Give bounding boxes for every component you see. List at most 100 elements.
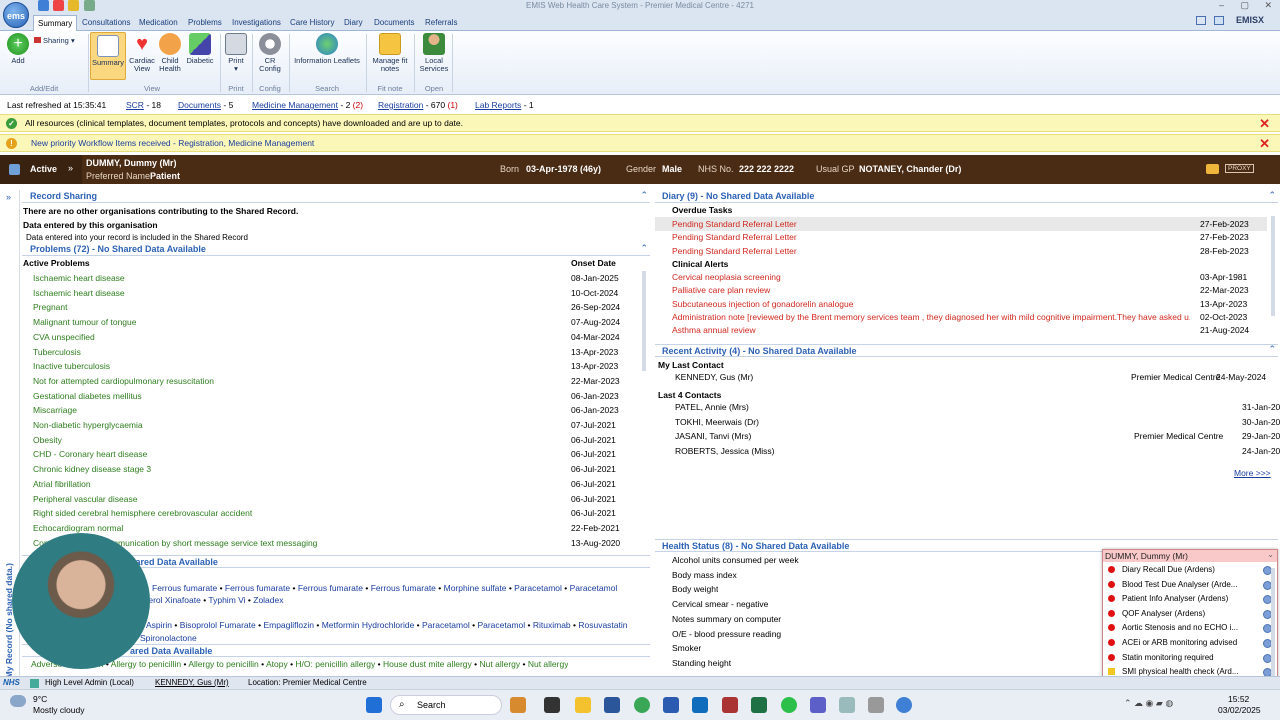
restore-icon[interactable] — [1196, 16, 1206, 25]
problem-name[interactable]: Inactive tuberculosis — [33, 359, 553, 373]
popup-close-icon[interactable]: ⌄ — [1267, 550, 1274, 559]
outlook-icon[interactable] — [692, 697, 708, 713]
popup-alert-item[interactable]: Blood Test Due Analyser (Arde... — [1108, 578, 1274, 592]
scrollbar[interactable] — [642, 271, 646, 371]
alert-name[interactable]: Cervical neoplasia screening — [672, 270, 1190, 284]
panel-title[interactable]: Record Sharing — [22, 190, 650, 203]
allergy-item[interactable]: Nut allergy — [480, 659, 521, 669]
collapse-icon[interactable]: ⌃ — [640, 190, 648, 201]
medication-item[interactable]: Ferrous fumarate — [152, 583, 217, 593]
tab-consultations[interactable]: Consultations — [78, 15, 134, 31]
child-health-button[interactable]: Child Health — [156, 33, 184, 73]
contact-name[interactable]: PATEL, Annie (Mrs) — [675, 400, 749, 414]
close-banner-icon[interactable]: ✕ — [1259, 135, 1270, 152]
medication-item[interactable]: Rituximab — [533, 620, 571, 630]
health-item[interactable]: Notes summary on computer — [672, 612, 781, 626]
medication-item[interactable]: Ferrous fumarate — [371, 583, 436, 593]
problem-name[interactable]: Chronic kidney disease stage 3 — [33, 462, 553, 476]
help-icon[interactable] — [1214, 16, 1224, 25]
panel-title[interactable]: Recent Activity (4) - No Shared Data Ava… — [655, 344, 1278, 357]
health-item[interactable]: Body weight — [672, 582, 718, 596]
popup-alert-item[interactable]: Aortic Stenosis and no ECHO i... — [1108, 621, 1274, 635]
proxy-badge[interactable]: PROXY — [1225, 164, 1254, 173]
collapse-icon[interactable]: ⌃ — [1268, 190, 1276, 201]
problem-name[interactable]: CHD - Coronary heart disease — [33, 447, 553, 461]
medication-item[interactable]: Bisoprolol Fumarate — [180, 620, 256, 630]
close-window-button[interactable]: ✕ — [1264, 0, 1272, 10]
problem-name[interactable]: CVA unspecified — [33, 330, 553, 344]
column-header-onset[interactable]: Onset Date — [571, 256, 616, 270]
add-button[interactable]: + Add — [6, 33, 30, 65]
more-link[interactable]: More >>> — [1234, 466, 1271, 480]
information-leaflets-button[interactable]: Information Leaflets — [292, 33, 362, 65]
allergy-item[interactable]: Allergy to penicillin — [111, 659, 181, 669]
app-icon[interactable] — [868, 697, 884, 713]
workflow-message[interactable]: New priority Workflow Items received - R… — [31, 135, 314, 152]
back-icon[interactable] — [38, 0, 49, 11]
problem-name[interactable]: Malignant tumour of tongue — [33, 315, 553, 329]
problem-name[interactable]: Miscarriage — [33, 403, 553, 417]
chevron-down-icon[interactable]: » — [68, 163, 73, 173]
popup-alert-item[interactable]: Patient Info Analyser (Ardens) — [1108, 592, 1274, 606]
teams-icon[interactable] — [810, 697, 826, 713]
problem-name[interactable]: Tuberculosis — [33, 345, 553, 359]
folder-icon[interactable] — [575, 697, 591, 713]
panel-title[interactable]: Diary (9) - No Shared Data Available — [655, 190, 1278, 203]
weather-icon[interactable] — [10, 695, 26, 707]
edit-icon[interactable] — [68, 0, 79, 11]
cr-config-button[interactable]: CR Config — [256, 33, 284, 73]
health-item[interactable]: Cervical smear - negative — [672, 597, 768, 611]
maximize-button[interactable]: ▢ — [1240, 0, 1249, 10]
app-icon[interactable] — [839, 697, 855, 713]
taskbar-search[interactable]: ⌕ Search — [390, 695, 502, 715]
tab-documents[interactable]: Documents — [370, 15, 418, 31]
popup-alert-item[interactable]: Diary Recall Due (Ardens) — [1108, 563, 1274, 577]
popup-alert-item[interactable]: Statin monitoring required — [1108, 651, 1274, 665]
lab-reports-link[interactable]: Lab Reports — [475, 100, 521, 110]
documents-link[interactable]: Documents — [178, 100, 221, 110]
medication-item[interactable]: Paracetamol — [422, 620, 470, 630]
tab-referrals[interactable]: Referrals — [421, 15, 461, 31]
contact-name[interactable]: TOKHI, Meerwais (Dr) — [675, 415, 759, 429]
medicine-management-link[interactable]: Medicine Management — [252, 100, 338, 110]
health-item[interactable]: Standing height — [672, 656, 731, 670]
tab-summary[interactable]: Summary — [33, 15, 78, 31]
problem-name[interactable]: Gestational diabetes mellitus — [33, 389, 553, 403]
medication-item[interactable]: Metformin Hydrochloride — [322, 620, 415, 630]
allergy-item[interactable]: H/O: penicillin allergy — [295, 659, 375, 669]
user-icon[interactable] — [84, 0, 95, 11]
medication-item[interactable]: Aspirin — [146, 620, 172, 630]
panel-title[interactable]: Problems (72) - No Shared Data Available — [22, 243, 650, 256]
diabetic-view-button[interactable]: Diabetic — [185, 33, 215, 65]
tab-diary[interactable]: Diary — [340, 15, 367, 31]
start-icon[interactable] — [366, 697, 382, 713]
scr-link[interactable]: SCR — [126, 100, 144, 110]
tab-investigations[interactable]: Investigations — [228, 15, 285, 31]
medication-item[interactable]: Empagliflozin — [263, 620, 314, 630]
tab-problems[interactable]: Problems — [184, 15, 226, 31]
medication-item[interactable]: Paracetamol — [570, 583, 618, 593]
problem-name[interactable]: Peripheral vascular disease — [33, 492, 553, 506]
problem-name[interactable]: Pregnant — [33, 300, 553, 314]
alert-name[interactable]: Administration note [reviewed by the Bre… — [672, 310, 1190, 324]
health-item[interactable]: Smoker — [672, 641, 701, 655]
clock-date[interactable]: 03/02/2025 — [1218, 705, 1261, 715]
whatsapp-icon[interactable] — [781, 697, 797, 713]
collapse-icon[interactable]: ⌃ — [640, 243, 648, 254]
health-item[interactable]: O/E - blood pressure reading — [672, 627, 781, 641]
alert-name[interactable]: Asthma annual review — [672, 323, 1190, 337]
allergy-item[interactable]: Nut allergy — [528, 659, 569, 669]
refresh-icon[interactable] — [53, 0, 64, 11]
alert-name[interactable]: Subcutaneous injection of gonadorelin an… — [672, 297, 1190, 311]
allergy-item[interactable]: House dust mite allergy — [383, 659, 472, 669]
problem-name[interactable]: Right sided cerebral hemisphere cerebrov… — [33, 506, 553, 520]
cardiac-view-button[interactable]: ♥ Cardiac View — [128, 33, 156, 73]
allergy-item[interactable]: Allergy to penicillin — [188, 659, 258, 669]
problem-name[interactable]: Echocardiogram normal — [33, 521, 553, 535]
task-name[interactable]: Pending Standard Referral Letter — [672, 244, 797, 258]
sharing-button[interactable]: Sharing ▾ — [34, 37, 82, 45]
clock-time[interactable]: 15:52 — [1228, 694, 1249, 704]
emis-logo[interactable]: ems — [3, 2, 29, 28]
medication-item[interactable]: terol Xinafoate — [146, 595, 201, 605]
app-icon[interactable] — [544, 697, 560, 713]
